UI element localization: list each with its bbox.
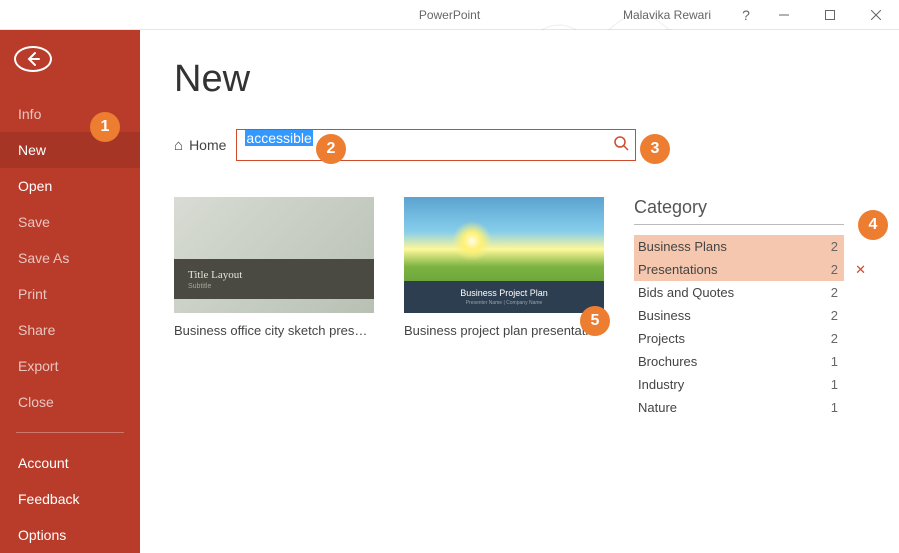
sidebar-item-account[interactable]: Account bbox=[0, 445, 140, 481]
template-grid: Title Layout Subtitle Business office ci… bbox=[174, 197, 604, 419]
category-row[interactable]: Business Plans 2 bbox=[634, 235, 844, 258]
category-panel: Category Business Plans2Presentations2✕B… bbox=[634, 197, 844, 419]
close-button[interactable] bbox=[853, 0, 899, 30]
category-name: Projects bbox=[638, 331, 685, 346]
sidebar-item-share[interactable]: Share bbox=[0, 312, 140, 348]
main-area: New ⌂ Home accessible Title Layout bbox=[140, 30, 899, 553]
sidebar: InfoNewOpenSaveSave AsPrintShareExportCl… bbox=[0, 30, 140, 553]
category-count: 2 bbox=[831, 239, 838, 254]
app-title: PowerPoint bbox=[419, 8, 480, 22]
sidebar-item-info[interactable]: Info bbox=[0, 96, 140, 132]
template-thumbnail: Business Project Plan Presenter Name | C… bbox=[404, 197, 604, 313]
sidebar-item-options[interactable]: Options bbox=[0, 517, 140, 553]
sidebar-item-print[interactable]: Print bbox=[0, 276, 140, 312]
category-row[interactable]: Industry 1 bbox=[634, 373, 844, 396]
category-count: 2 bbox=[831, 331, 838, 346]
home-icon: ⌂ bbox=[174, 137, 183, 154]
template-card[interactable]: Business Project Plan Presenter Name | C… bbox=[404, 197, 604, 419]
maximize-button[interactable] bbox=[807, 0, 853, 30]
category-count: 2 bbox=[831, 308, 838, 323]
category-header: Category bbox=[634, 197, 844, 218]
page-title: New bbox=[174, 58, 869, 101]
category-row[interactable]: Business 2 bbox=[634, 304, 844, 327]
back-button[interactable] bbox=[14, 46, 52, 72]
category-row[interactable]: Presentations2✕ bbox=[634, 258, 844, 281]
home-link[interactable]: ⌂ Home bbox=[174, 137, 226, 154]
category-row[interactable]: Brochures 1 bbox=[634, 350, 844, 373]
template-label: Business project plan presentatio… bbox=[404, 323, 604, 338]
category-row[interactable]: Projects 2 bbox=[634, 327, 844, 350]
help-button[interactable]: ? bbox=[731, 0, 761, 30]
sidebar-item-close[interactable]: Close bbox=[0, 384, 140, 420]
minimize-button[interactable] bbox=[761, 0, 807, 30]
sidebar-item-export[interactable]: Export bbox=[0, 348, 140, 384]
category-name: Industry bbox=[638, 377, 684, 392]
thumb-subtitle: Subtitle bbox=[188, 283, 374, 290]
category-name: Business Plans bbox=[638, 239, 727, 254]
category-name: Presentations bbox=[638, 262, 718, 277]
back-arrow-icon bbox=[23, 49, 43, 69]
sidebar-item-feedback[interactable]: Feedback bbox=[0, 481, 140, 517]
category-name: Bids and Quotes bbox=[638, 285, 734, 300]
close-icon bbox=[871, 10, 881, 20]
thumb-title: Business Project Plan bbox=[460, 288, 548, 298]
template-card[interactable]: Title Layout Subtitle Business office ci… bbox=[174, 197, 374, 419]
user-name[interactable]: Malavika Rewari bbox=[623, 8, 711, 22]
sidebar-item-open[interactable]: Open bbox=[0, 168, 140, 204]
search-icon[interactable] bbox=[613, 135, 629, 156]
category-name: Nature bbox=[638, 400, 677, 415]
maximize-icon bbox=[825, 10, 835, 20]
sidebar-separator bbox=[16, 432, 124, 433]
category-name: Brochures bbox=[638, 354, 697, 369]
minimize-icon bbox=[779, 10, 789, 20]
titlebar: PowerPoint Malavika Rewari ? bbox=[0, 0, 899, 30]
category-count: 2 bbox=[831, 262, 838, 277]
sidebar-item-save[interactable]: Save bbox=[0, 204, 140, 240]
thumb-title: Title Layout bbox=[188, 269, 374, 281]
category-row[interactable]: Bids and Quotes 2 bbox=[634, 281, 844, 304]
sidebar-item-new[interactable]: New bbox=[0, 132, 140, 168]
home-label: Home bbox=[189, 137, 226, 153]
search-input[interactable]: accessible bbox=[245, 130, 613, 160]
search-box[interactable]: accessible bbox=[236, 129, 636, 161]
template-label: Business office city sketch prese… bbox=[174, 323, 374, 338]
clear-filter-icon[interactable]: ✕ bbox=[855, 262, 866, 278]
category-count: 1 bbox=[831, 400, 838, 415]
template-thumbnail: Title Layout Subtitle bbox=[174, 197, 374, 313]
category-name: Business bbox=[638, 308, 691, 323]
category-row[interactable]: Nature 1 bbox=[634, 396, 844, 419]
sidebar-item-save-as[interactable]: Save As bbox=[0, 240, 140, 276]
thumb-subtitle: Presenter Name | Company Name bbox=[466, 300, 543, 306]
category-count: 1 bbox=[831, 354, 838, 369]
category-count: 2 bbox=[831, 285, 838, 300]
category-count: 1 bbox=[831, 377, 838, 392]
